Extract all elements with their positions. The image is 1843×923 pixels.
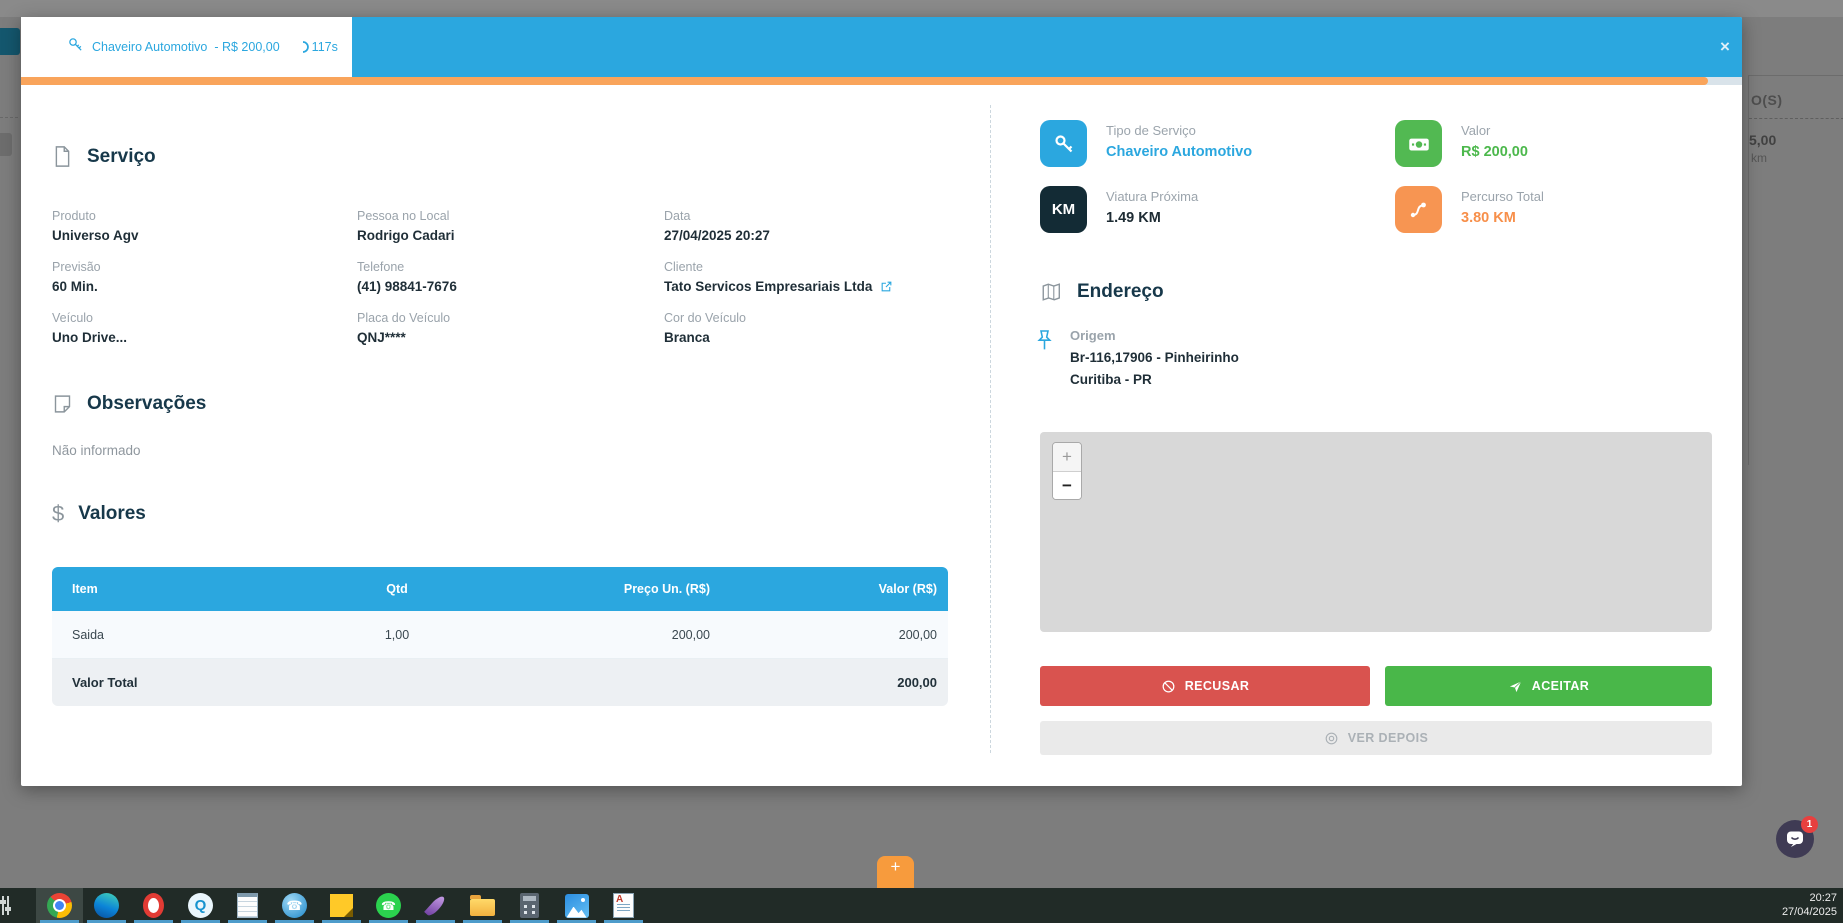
- taskbar-wordpad-icon[interactable]: A: [600, 888, 647, 923]
- modal-header: Chaveiro Automotivo - R$ 200,00 117s ×: [21, 17, 1742, 77]
- section-service-title: Serviço: [87, 145, 156, 167]
- pushpin-icon: [1037, 330, 1052, 350]
- timer-progress-track: [21, 77, 1742, 85]
- map-zoom-in-button[interactable]: +: [1053, 443, 1081, 472]
- taskbar-notepad-icon[interactable]: [224, 888, 271, 923]
- taskbar-phone-dialer-icon[interactable]: [271, 888, 318, 923]
- taskbar-clock[interactable]: 20:27 27/04/2025: [1782, 891, 1837, 919]
- field-previsao: Previsão 60 Min.: [52, 260, 101, 294]
- table-row: Saida 1,00 200,00 200,00: [52, 611, 948, 659]
- background-panel-divider: [1749, 118, 1843, 119]
- km-icon: KM: [1040, 186, 1087, 233]
- taskbar-file-explorer-icon[interactable]: [459, 888, 506, 923]
- send-icon: [1509, 680, 1522, 692]
- ban-icon: [1162, 680, 1175, 692]
- taskbar-q-app-icon[interactable]: Q: [177, 888, 224, 923]
- background-dashed-line: [0, 117, 18, 118]
- section-values-title: Valores: [78, 503, 146, 524]
- notification-badge: 1: [1801, 816, 1818, 833]
- background-panel-unit: km: [1751, 151, 1767, 165]
- taskbar-feather-app-icon[interactable]: [412, 888, 459, 923]
- timer-progress-fill: [21, 77, 1708, 85]
- field-veiculo: Veículo Uno Drive...: [52, 311, 128, 345]
- map-icon: [1042, 283, 1060, 301]
- note-icon: [54, 395, 71, 413]
- key-icon: [67, 36, 84, 58]
- section-address-title: Endereço: [1077, 281, 1164, 302]
- field-telefone: Telefone (41) 98841-7676: [357, 260, 457, 294]
- background-teal-element: [0, 28, 20, 55]
- table-total-row: Valor Total 200,00: [52, 659, 948, 706]
- origin-address-line1: Br-116,17906 - Pinheirinho: [1070, 350, 1239, 365]
- taskbar-photos-icon[interactable]: [553, 888, 600, 923]
- values-table: Item Qtd Preço Un. (R$) Valor (R$) Saida…: [52, 567, 948, 706]
- card-total-route: Percurso Total 3.80 KM: [1395, 186, 1544, 233]
- map-zoom-out-button[interactable]: −: [1053, 472, 1081, 499]
- map-canvas[interactable]: + −: [1040, 432, 1712, 632]
- background-top-strip: [0, 0, 1843, 17]
- background-gray-element: [0, 133, 12, 156]
- clock-date: 27/04/2025: [1781, 906, 1837, 918]
- background-panel-value: 5,00: [1749, 132, 1777, 148]
- section-service: Serviço: [52, 145, 156, 168]
- field-cliente: Cliente Tato Servicos Empresariais Ltda: [664, 260, 952, 294]
- modal-price: - R$ 200,00: [214, 40, 280, 54]
- section-values: Valores: [52, 501, 146, 527]
- card-value: Valor R$ 200,00: [1395, 120, 1528, 167]
- timer-arc-icon: [302, 41, 309, 53]
- document-icon: [55, 146, 70, 167]
- chat-widget-button[interactable]: 1: [1776, 816, 1818, 858]
- taskbar-whatsapp-icon[interactable]: [365, 888, 412, 923]
- external-link-icon[interactable]: [880, 280, 893, 293]
- modal-title: Chaveiro Automotivo: [92, 40, 208, 54]
- view-later-button[interactable]: VER DEPOIS: [1040, 721, 1712, 755]
- origin-address-line2: Curitiba - PR: [1070, 372, 1152, 387]
- accept-button[interactable]: ACEITAR: [1385, 666, 1712, 706]
- taskbar: Q A 20:27 27/04/2025: [0, 888, 1843, 923]
- card-service-type: Tipo de Serviço Chaveiro Automotivo: [1040, 120, 1252, 167]
- field-produto: Produto Universo Agv: [52, 209, 139, 243]
- field-cor: Cor do Veículo Branca: [664, 311, 746, 345]
- volume-slider-icon[interactable]: [0, 896, 11, 915]
- field-data: Data 27/04/2025 20:27: [664, 209, 770, 243]
- map-zoom-control: + −: [1052, 442, 1082, 500]
- refuse-button[interactable]: RECUSAR: [1040, 666, 1370, 706]
- taskbar-edge-icon[interactable]: [83, 888, 130, 923]
- modal-header-tab: Chaveiro Automotivo - R$ 200,00 117s: [21, 17, 352, 77]
- modal-body: Serviço Produto Universo Agv Pessoa no L…: [21, 85, 1742, 786]
- card-nearest-vehicle: KM Viatura Próxima 1.49 KM: [1040, 186, 1198, 233]
- section-address: Endereço: [1040, 281, 1164, 303]
- taskbar-chrome-icon[interactable]: [36, 888, 83, 923]
- values-table-header: Item Qtd Preço Un. (R$) Valor (R$): [52, 567, 948, 611]
- observations-value: Não informado: [52, 443, 141, 458]
- clock-time: 20:27: [1809, 892, 1837, 904]
- service-offer-modal: Chaveiro Automotivo - R$ 200,00 117s × S…: [21, 17, 1742, 786]
- origin-block: Origem Br-116,17906 - Pinheirinho Curiti…: [1034, 328, 1239, 394]
- background-panel-text: O(S): [1751, 92, 1783, 108]
- service-fields-grid: Produto Universo Agv Pessoa no Local Rod…: [52, 209, 952, 345]
- key-icon: [1040, 120, 1087, 167]
- taskbar-calculator-icon[interactable]: [506, 888, 553, 923]
- countdown-timer: 117s: [296, 40, 338, 54]
- field-placa: Placa do Veículo QNJ****: [357, 311, 451, 345]
- origin-label: Origem: [1070, 328, 1116, 343]
- section-observations: Observações: [52, 393, 206, 415]
- eye-later-icon: [1325, 732, 1338, 744]
- background-os-panel: O(S) 5,00 km: [1748, 75, 1843, 465]
- taskbar-sticky-notes-icon[interactable]: [318, 888, 365, 923]
- close-icon[interactable]: ×: [1713, 35, 1737, 59]
- dollar-icon: [52, 501, 64, 527]
- money-icon: [1395, 120, 1442, 167]
- route-icon: [1395, 186, 1442, 233]
- field-pessoa: Pessoa no Local Rodrigo Cadari: [357, 209, 455, 243]
- add-button-fab[interactable]: +: [877, 856, 914, 888]
- taskbar-opera-icon[interactable]: [130, 888, 177, 923]
- section-observations-title: Observações: [87, 393, 207, 414]
- plus-icon: +: [890, 857, 901, 876]
- column-divider: [990, 105, 991, 753]
